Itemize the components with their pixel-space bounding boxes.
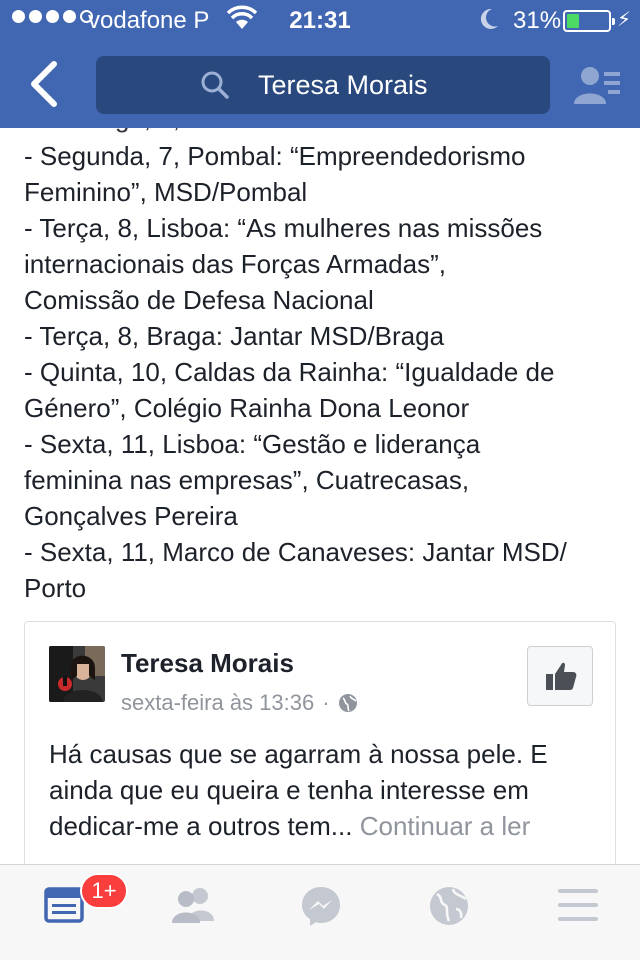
continue-reading-link[interactable]: Continuar a ler (360, 811, 531, 841)
charging-icon: ⚡ (617, 9, 632, 31)
globe-icon (338, 694, 357, 712)
post-text-line: Porto (24, 573, 87, 603)
thumbs-up-icon (546, 662, 577, 690)
shared-post-line: Há causas que se agarram à nossa pele. E (49, 739, 548, 769)
post-text-line: - Terça, 8, Lisboa: “As mulheres nas mis… (24, 213, 543, 243)
back-button[interactable] (24, 54, 64, 114)
post-text-line: Comissão de Defesa Nacional (24, 285, 374, 315)
meta-separator: · (322, 690, 330, 715)
globe-notifications-icon (430, 887, 468, 925)
author-avatar[interactable] (49, 646, 105, 702)
battery-percent: 31% (513, 7, 562, 34)
shared-post-line: dedicar-me a outros tem... (49, 811, 353, 841)
post-text-line: Gonçalves Pereira (24, 501, 238, 531)
do-not-disturb-icon (478, 6, 500, 39)
post-text-line: internacionais das Forças Armadas”, (24, 249, 446, 279)
post-text-line: - Sexta, 11, Lisboa: “Gestão e liderança (24, 429, 481, 459)
shared-post-card[interactable]: Teresa Morais sexta-feira às 13:36 · Há … (24, 621, 616, 881)
friends-icon (172, 888, 214, 923)
search-query: Teresa Morais (258, 70, 428, 100)
author-name[interactable]: Teresa Morais (121, 648, 294, 679)
friend-requests-icon (574, 67, 620, 104)
shared-post-line: ainda que eu queira e tenha interesse em (49, 775, 529, 805)
battery-icon (563, 10, 615, 32)
search-icon (201, 71, 229, 99)
nav-bar: Teresa Morais (0, 42, 640, 128)
chevron-left-icon (31, 61, 57, 107)
menu-icon (558, 889, 598, 921)
tab-more[interactable] (512, 879, 640, 949)
post-text-line: - Segunda, 7, Pombal: “Empreendedorismo (24, 141, 526, 171)
messenger-icon (302, 887, 340, 926)
post-text-line: Feminino”, MSD/Pombal (24, 177, 308, 207)
search-field[interactable]: Teresa Morais (96, 56, 550, 114)
status-bar: vodafone P 21:31 31% ⚡ (0, 0, 640, 42)
post-text-line: - Sexta, 11, Marco de Canaveses: Jantar … (24, 537, 567, 567)
tab-friends[interactable] (128, 879, 256, 949)
tab-notifications[interactable] (384, 879, 512, 949)
news-feed-icon (44, 887, 84, 923)
tab-news-feed[interactable]: 1+ (0, 873, 128, 949)
post-text-line: feminina nas empresas”, Cuatrecasas, (24, 465, 470, 495)
post-text: - Domingo, 6, ... - Segunda, 7, Pombal: … (24, 100, 624, 606)
post-text-line: - Quinta, 10, Caldas da Rainha: “Igualda… (24, 357, 555, 387)
post-timestamp[interactable]: sexta-feira às 13:36 (121, 690, 314, 716)
tab-bar: 1+ (0, 864, 640, 960)
post-meta: sexta-feira às 13:36 · (121, 690, 358, 716)
like-button[interactable] (527, 646, 593, 706)
shared-post-body: Há causas que se agarram à nossa pele. E… (49, 736, 609, 844)
notification-badge: 1+ (80, 873, 128, 909)
post-text-line: - Terça, 8, Braga: Jantar MSD/Braga (24, 321, 445, 351)
shared-post-line-last: dedicar-me a outros tem... Continuar a l… (49, 808, 609, 844)
post-text-line: Género”, Colégio Rainha Dona Leonor (24, 393, 470, 423)
top-bar: vodafone P 21:31 31% ⚡ Teresa Morais (0, 0, 640, 128)
tab-messenger[interactable] (256, 879, 384, 949)
friend-requests-button[interactable] (574, 64, 622, 106)
